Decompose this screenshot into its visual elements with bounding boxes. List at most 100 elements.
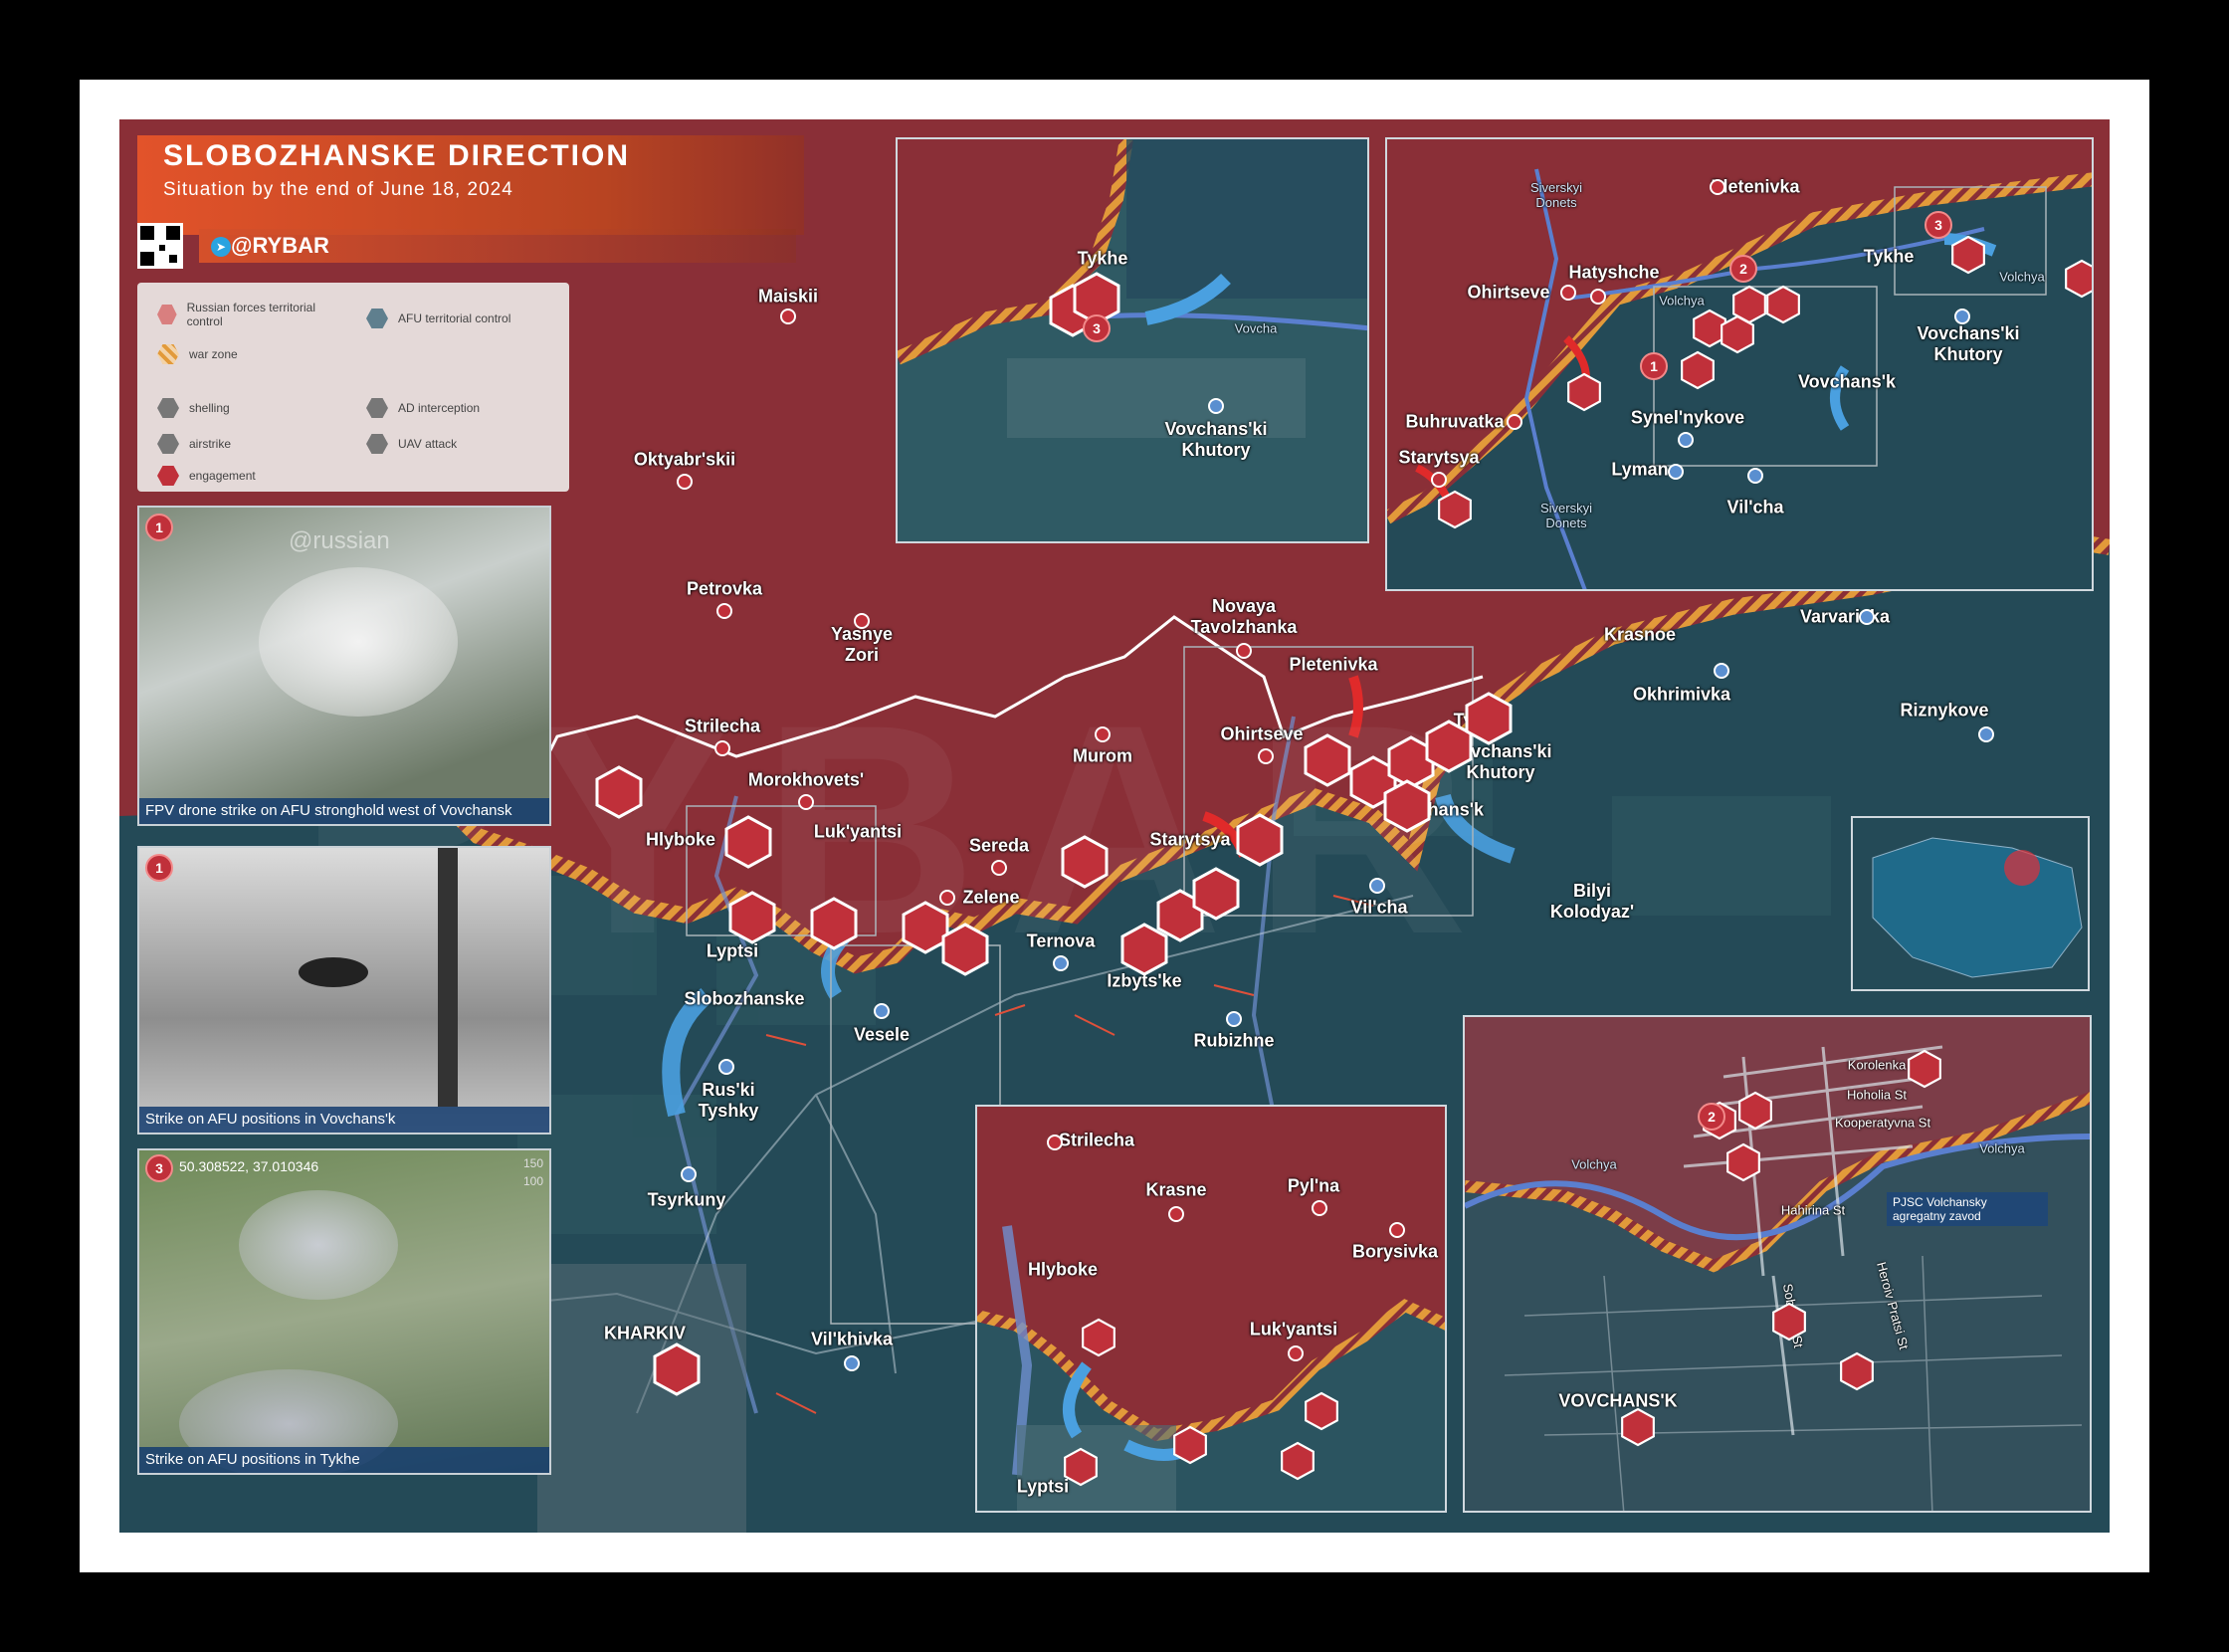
engagement-marker[interactable] <box>1907 1049 1942 1089</box>
legend-ad: AD interception <box>366 398 480 418</box>
inset-tykhe-khutory: Vovchans'ki Khutory <box>1164 419 1268 460</box>
place-ruski-tyshky: Rus'ki Tyshky <box>698 1080 759 1121</box>
smoke-cloud <box>259 567 458 717</box>
city-hoholia: Hoholia St <box>1847 1087 1907 1103</box>
place-slobozhanske: Slobozhanske <box>684 988 805 1009</box>
sr-krasne: Krasne <box>1145 1179 1207 1200</box>
place-krasnoe: Krasnoe <box>1603 624 1677 645</box>
legend-russian: Russian forces territorial control <box>157 301 336 328</box>
photo-number: 1 <box>145 854 173 882</box>
place-vilcha: Vil'cha <box>1350 897 1408 918</box>
place-maiskii: Maiskii <box>757 286 819 307</box>
photo-caption: Strike on AFU positions in Vovchans'k <box>139 1107 549 1133</box>
engagement-marker[interactable] <box>1191 867 1241 921</box>
shelling-marker[interactable] <box>1060 835 1110 889</box>
engagement-marker[interactable] <box>1081 1318 1116 1357</box>
photo-coordinates: 50.308522, 37.010346 <box>179 1158 319 1174</box>
place-ternova: Ternova <box>1026 930 1096 951</box>
place-morokhovets: Morokhovets' <box>747 769 865 790</box>
place-vesele: Vesele <box>853 1024 911 1045</box>
marker-number-2: 2 <box>1729 255 1757 283</box>
channel-handle[interactable]: @RYBAR <box>231 233 329 259</box>
photo-3[interactable]: 3 50.308522, 37.010346 150 100 Strike on … <box>137 1148 551 1475</box>
ad-interception-icon <box>366 398 388 418</box>
engagement-marker[interactable] <box>1437 490 1473 529</box>
place-vilkhivka: Vil'khivka <box>810 1329 894 1349</box>
place-bilyi-kolodyaz: Bilyi Kolodyaz' <box>1549 881 1635 922</box>
photo-caption: FPV drone strike on AFU stronghold west … <box>139 798 549 824</box>
ne-buhruvatka: Buhruvatka <box>1405 411 1505 432</box>
ne-synelnykove: Synel'nykove <box>1630 407 1745 428</box>
airstrike-marker[interactable] <box>652 1342 702 1396</box>
airstrike-marker[interactable] <box>1765 285 1801 324</box>
inset-tykhe-tykhe: Tykhe <box>1077 248 1128 269</box>
ru-pin <box>1431 472 1447 488</box>
ru-pin <box>1288 1345 1304 1361</box>
place-strilecha: Strilecha <box>684 716 761 736</box>
photo-1[interactable]: @russian 1 FPV drone strike on AFU stron… <box>137 506 551 826</box>
ne-lyman: Lyman <box>1611 459 1669 480</box>
engagement-marker[interactable] <box>727 891 777 944</box>
engagement-marker[interactable] <box>1063 1447 1099 1487</box>
ne-volchya-right: Volchya <box>1999 269 2045 285</box>
airstrike-marker[interactable] <box>1464 692 1514 745</box>
telegram-icon: ➤ <box>211 237 231 257</box>
marker-number-3: 3 <box>1925 211 1952 239</box>
engagement-marker[interactable] <box>2064 259 2094 299</box>
ru-pin <box>854 613 870 629</box>
city-pjsc-label: PJSC Volchansky agregatny zavod <box>1887 1192 2048 1226</box>
page-title: SLOBOZHANSKE DIRECTION <box>163 139 631 172</box>
overview-map <box>1851 816 2090 991</box>
ua-pin <box>681 1166 697 1182</box>
place-lukyantsi: Luk'yantsi <box>813 821 903 842</box>
ua-pin <box>1053 955 1069 971</box>
shelling-marker[interactable] <box>594 765 644 819</box>
shelling-marker[interactable] <box>1771 1302 1807 1342</box>
place-varvarivka: Varvarivka <box>1799 606 1891 627</box>
target-cluster <box>299 957 368 987</box>
place-zelene: Zelene <box>962 887 1020 908</box>
page-subtitle: Situation by the end of June 18, 2024 <box>163 179 513 200</box>
photo-2[interactable]: 1 Strike on AFU positions in Vovchans'k <box>137 846 551 1135</box>
place-murom: Murom <box>1073 745 1132 766</box>
shelling-marker[interactable] <box>1382 779 1432 833</box>
engagement-marker[interactable] <box>1620 1407 1656 1447</box>
engagement-marker[interactable] <box>1280 1441 1316 1481</box>
airstrike-marker[interactable] <box>1950 235 1986 275</box>
ne-vovchansk: Vovchans'k <box>1798 371 1896 392</box>
legend-war-zone: war zone <box>157 344 238 364</box>
airstrike-marker[interactable] <box>1737 1091 1773 1131</box>
ne-khutory: Vovchans'ki Khutory <box>1917 323 2020 364</box>
place-sereda: Sereda <box>968 835 1030 856</box>
inset-city: Korolenka St Hoholia St Kooperatyvna St … <box>1463 1015 2092 1513</box>
ru-pin <box>1507 414 1522 430</box>
ru-pin <box>1095 726 1111 742</box>
ua-pin <box>1678 432 1694 448</box>
legend-shelling: shelling <box>157 398 230 418</box>
engagement-marker[interactable] <box>1235 813 1285 867</box>
qr-code[interactable] <box>137 223 183 269</box>
legend-panel: Russian forces territorial control AFU t… <box>137 283 569 492</box>
shelling-marker[interactable] <box>1839 1351 1875 1391</box>
ua-pin <box>718 1059 734 1075</box>
engagement-marker[interactable] <box>723 815 773 869</box>
photo-caption: Strike on AFU positions in Tykhe <box>139 1447 549 1473</box>
shelling-marker[interactable] <box>940 923 990 976</box>
inset-vovchansk-area: Pletenivka Siverskyi Donets Hatyshche Oh… <box>1385 137 2094 591</box>
engagement-marker[interactable] <box>1303 733 1352 787</box>
engagement-marker[interactable] <box>1720 314 1755 354</box>
engagement-marker[interactable] <box>1566 372 1602 412</box>
ne-tykhe: Tykhe <box>1863 246 1915 267</box>
place-starytsya: Starytsya <box>1149 829 1231 850</box>
engagement-marker[interactable] <box>1725 1142 1761 1182</box>
engagement-marker[interactable] <box>1304 1391 1339 1431</box>
kharkiv-city-area <box>537 1264 746 1533</box>
place-tsyrkuny: Tsyrkuny <box>647 1189 726 1210</box>
engagement-marker[interactable] <box>1172 1425 1208 1465</box>
city-kooperatyvna: Kooperatyvna St <box>1834 1115 1931 1131</box>
engagement-marker[interactable] <box>809 897 859 950</box>
place-pletenivka: Pletenivka <box>1289 654 1378 675</box>
ad-interception-marker[interactable] <box>1680 350 1716 390</box>
ru-pin <box>991 860 1007 876</box>
sr-pylna: Pyl'na <box>1287 1175 1340 1196</box>
